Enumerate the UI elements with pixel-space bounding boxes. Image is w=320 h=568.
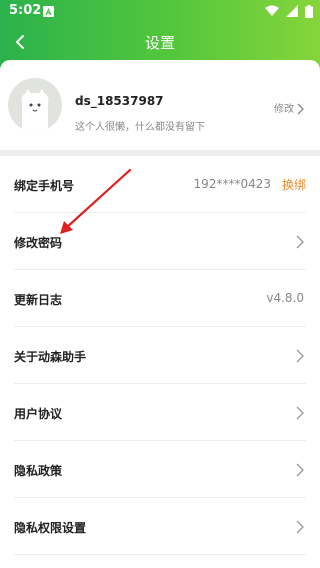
- rebind-phone-button[interactable]: 换绑: [282, 176, 306, 193]
- chevron-right-icon: [296, 463, 304, 477]
- setting-row-agreement[interactable]: 用户协议: [0, 384, 320, 441]
- permissions-label: 隐私权限设置: [14, 521, 87, 535]
- signal-icon: [285, 5, 298, 17]
- user-signature: 这个人很懒，什么都没有留下: [75, 122, 205, 133]
- edit-profile-label: 修改: [274, 104, 294, 115]
- chevron-right-icon: [296, 520, 304, 534]
- status-icons: [262, 5, 313, 19]
- status-bar: 5:02: [0, 0, 320, 24]
- agreement-label: 用户协议: [14, 407, 63, 421]
- setting-row-about[interactable]: 关于动森助手: [0, 327, 320, 384]
- username: ds_18537987: [75, 94, 164, 108]
- chevron-right-icon: [297, 103, 304, 115]
- setting-row-changelog[interactable]: 更新日志 v4.8.0: [0, 270, 320, 327]
- setting-row-phone[interactable]: 绑定手机号 192****0423 换绑: [0, 156, 320, 213]
- battery-icon: [305, 5, 313, 18]
- password-label: 修改密码: [14, 236, 63, 250]
- row-divider: [14, 554, 306, 555]
- changelog-label: 更新日志: [14, 293, 63, 307]
- setting-row-privacy[interactable]: 隐私政策: [0, 441, 320, 498]
- privacy-label: 隐私政策: [14, 464, 63, 478]
- setting-row-permissions[interactable]: 隐私权限设置: [0, 498, 320, 555]
- chevron-right-icon: [296, 349, 304, 363]
- edit-profile-link[interactable]: 修改: [274, 100, 304, 115]
- version-value: v4.8.0: [266, 291, 304, 305]
- about-label: 关于动森助手: [14, 350, 87, 364]
- avatar-face-icon: [21, 89, 49, 132]
- avatar[interactable]: [8, 78, 62, 132]
- chevron-right-icon: [296, 235, 304, 249]
- page-title: 设置: [144, 34, 175, 52]
- wifi-icon: [264, 5, 279, 16]
- setting-row-password[interactable]: 修改密码: [0, 213, 320, 270]
- status-time: 5:02: [9, 3, 42, 18]
- notification-a-icon: [43, 6, 54, 17]
- chevron-right-icon: [296, 406, 304, 420]
- phone-value: 192****0423: [193, 177, 271, 191]
- phone-label: 绑定手机号: [14, 179, 75, 193]
- profile-card[interactable]: ds_18537987 这个人很懒，什么都没有留下 修改: [0, 60, 320, 150]
